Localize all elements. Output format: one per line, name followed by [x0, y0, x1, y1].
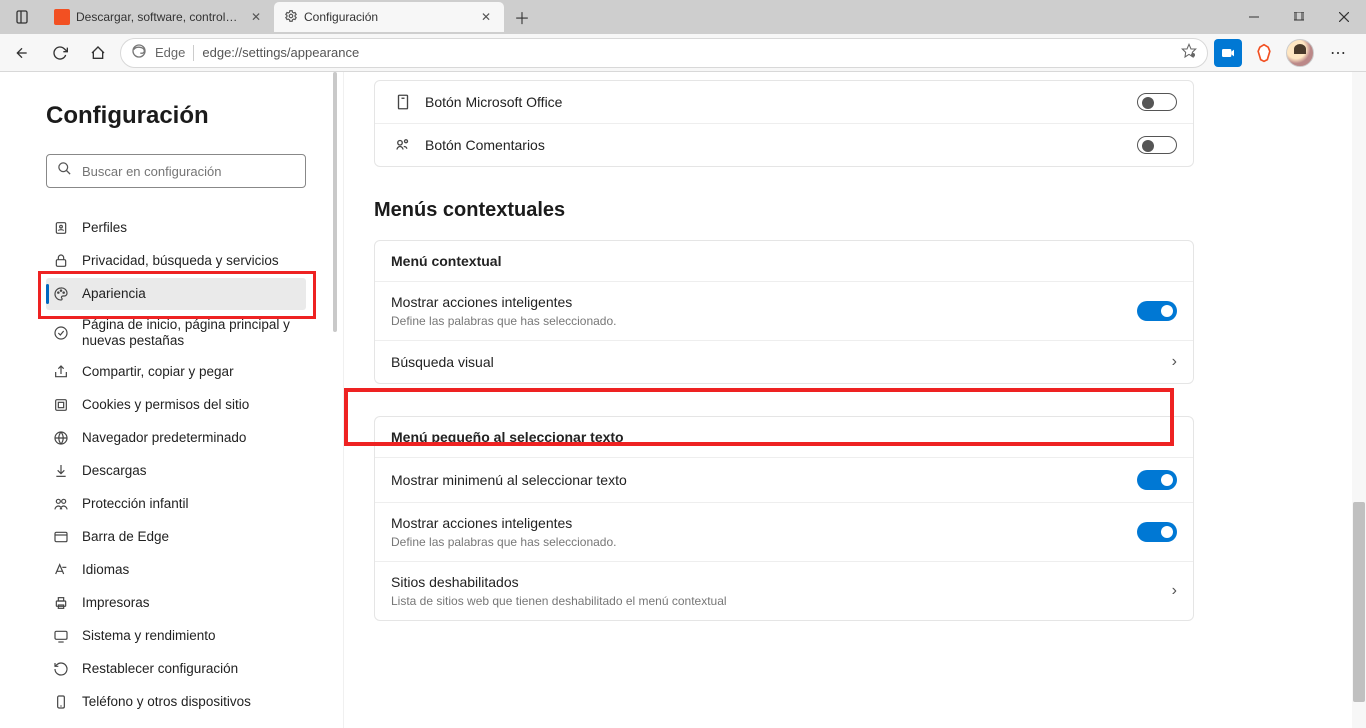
tab-0[interactable]: Descargar, software, controlador ✕	[44, 2, 274, 32]
tab-1[interactable]: Configuración ✕	[274, 2, 504, 32]
sidebar-item-printers[interactable]: Impresoras	[46, 587, 306, 619]
maximize-button[interactable]	[1276, 0, 1321, 34]
edgebar-icon	[52, 529, 70, 545]
zoom-extension-button[interactable]	[1214, 39, 1242, 67]
row-smart-actions-1-title: Mostrar acciones inteligentes	[391, 294, 1137, 310]
row-disabled-sites-title: Sitios deshabilitados	[391, 574, 1172, 590]
row-mini-menu-title: Menú pequeño al seleccionar texto	[391, 429, 1177, 445]
feedback-icon	[391, 136, 415, 154]
sidebar-item-cookies[interactable]: Cookies y permisos del sitio	[46, 389, 306, 421]
sidebar-item-edgebar[interactable]: Barra de Edge	[46, 521, 306, 553]
sidebar-item-startpage[interactable]: Página de inicio, página principal y nue…	[46, 311, 306, 355]
sidebar-item-family[interactable]: Protección infantil	[46, 488, 306, 520]
office-icon	[391, 93, 415, 111]
row-smart-actions-1: Mostrar acciones inteligentes Define las…	[375, 281, 1193, 340]
sidebar-item-phone[interactable]: Teléfono y otros dispositivos	[46, 686, 306, 718]
row-visual-search[interactable]: Búsqueda visual ›	[375, 340, 1193, 383]
row-mini-menu-heading: Menú pequeño al seleccionar texto	[375, 417, 1193, 457]
sidebar-item-default-browser[interactable]: Navegador predeterminado	[46, 422, 306, 454]
row-show-mini-menu-title: Mostrar minimenú al seleccionar texto	[391, 472, 1137, 488]
sidebar-item-accessibility[interactable]: Accesibilidad	[46, 719, 306, 728]
sidebar-item-system[interactable]: Sistema y rendimiento	[46, 620, 306, 652]
row-disabled-sites[interactable]: Sitios deshabilitados Lista de sitios we…	[375, 561, 1193, 620]
appearance-icon	[52, 286, 70, 302]
download-icon	[52, 463, 70, 479]
printer-icon	[52, 595, 70, 611]
row-visual-search-title: Búsqueda visual	[391, 354, 1172, 370]
brave-favicon	[54, 9, 70, 25]
address-separator	[193, 45, 194, 61]
tab-actions-button[interactable]	[6, 0, 40, 34]
row-show-mini-menu: Mostrar minimenú al seleccionar texto	[375, 457, 1193, 502]
row-smart-actions-1-sub: Define las palabras que has seleccionado…	[391, 314, 1137, 328]
toggle-mini-menu[interactable]	[1137, 470, 1177, 490]
home-button[interactable]	[82, 37, 114, 69]
address-url: edge://settings/appearance	[202, 45, 1173, 60]
page-scrollbar[interactable]	[1352, 72, 1366, 728]
family-icon	[52, 496, 70, 512]
address-protocol-label: Edge	[155, 45, 185, 60]
tab-0-title: Descargar, software, controlador	[76, 10, 242, 24]
settings-search-input[interactable]	[82, 164, 295, 179]
row-context-menu-heading: Menú contextual	[375, 241, 1193, 281]
row-smart-actions-2-title: Mostrar acciones inteligentes	[391, 515, 1137, 531]
chevron-right-icon: ›	[1172, 353, 1177, 371]
toggle-office[interactable]	[1137, 93, 1177, 111]
row-smart-actions-2-sub: Define las palabras que has seleccionado…	[391, 535, 1137, 549]
close-tab-1[interactable]: ✕	[478, 9, 494, 25]
sidebar-item-profiles[interactable]: Perfiles	[46, 212, 306, 244]
profile-avatar[interactable]	[1286, 39, 1314, 67]
tab-1-title: Configuración	[304, 10, 472, 24]
reset-icon	[52, 661, 70, 677]
sidebar-item-languages[interactable]: Idiomas	[46, 554, 306, 586]
svg-text:+: +	[1192, 53, 1194, 57]
gear-favicon	[284, 9, 298, 26]
startpage-icon	[52, 325, 70, 341]
close-window-button[interactable]	[1321, 0, 1366, 34]
new-tab-button[interactable]: ＋	[508, 3, 536, 31]
chevron-right-icon-2: ›	[1172, 582, 1177, 600]
edge-logo-icon	[131, 43, 147, 62]
search-icon	[57, 161, 72, 181]
settings-title: Configuración	[46, 102, 323, 130]
sidebar-scrollbar[interactable]	[333, 72, 339, 728]
settings-search[interactable]	[46, 154, 306, 188]
row-feedback-button: Botón Comentarios	[375, 123, 1193, 166]
languages-icon	[52, 562, 70, 578]
profile-icon	[52, 220, 70, 236]
minimize-button[interactable]	[1231, 0, 1276, 34]
close-tab-0[interactable]: ✕	[248, 9, 264, 25]
lock-icon	[52, 253, 70, 269]
row-disabled-sites-sub: Lista de sitios web que tienen deshabili…	[391, 594, 1172, 608]
row-smart-actions-2: Mostrar acciones inteligentes Define las…	[375, 502, 1193, 561]
share-icon	[52, 364, 70, 380]
favorites-star-icon[interactable]: +	[1181, 43, 1197, 62]
row-office-title: Botón Microsoft Office	[425, 94, 1137, 110]
toggle-smart-actions-1[interactable]	[1137, 301, 1177, 321]
section-title-context-menus: Menús contextuales	[374, 199, 1194, 222]
row-context-menu-title: Menú contextual	[391, 253, 1177, 269]
sidebar-item-reset[interactable]: Restablecer configuración	[46, 653, 306, 685]
toggle-smart-actions-2[interactable]	[1137, 522, 1177, 542]
toggle-feedback[interactable]	[1137, 136, 1177, 154]
sidebar-item-downloads[interactable]: Descargas	[46, 455, 306, 487]
brave-extension-button[interactable]	[1250, 39, 1278, 67]
sidebar-item-privacy[interactable]: Privacidad, búsqueda y servicios	[46, 245, 306, 277]
row-office-button: Botón Microsoft Office	[375, 81, 1193, 123]
row-feedback-title: Botón Comentarios	[425, 137, 1137, 153]
app-menu-button[interactable]: ⋯	[1322, 37, 1354, 69]
refresh-button[interactable]	[44, 37, 76, 69]
sidebar-item-share[interactable]: Compartir, copiar y pegar	[46, 356, 306, 388]
cookie-icon	[52, 397, 70, 413]
address-bar[interactable]: Edge edge://settings/appearance +	[120, 38, 1208, 68]
back-button[interactable]	[6, 37, 38, 69]
default-browser-icon	[52, 430, 70, 446]
system-icon	[52, 628, 70, 644]
phone-icon	[52, 694, 70, 710]
sidebar-item-appearance[interactable]: Apariencia	[46, 278, 306, 310]
